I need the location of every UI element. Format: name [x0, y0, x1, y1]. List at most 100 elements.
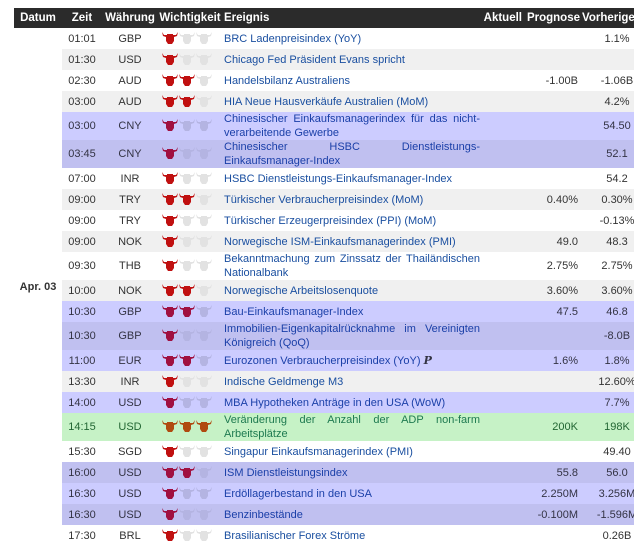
bull-icon	[196, 192, 213, 207]
col-currency[interactable]: Währung	[102, 8, 158, 28]
event-link[interactable]: Veränderung der Anzahl der ADP non-farm …	[222, 413, 482, 441]
col-actual[interactable]: Aktuell	[482, 8, 522, 28]
table-row[interactable]: 03:00 AUD HIA Neue Hausverkäufe Australien…	[14, 91, 634, 112]
bull-icon	[179, 147, 196, 161]
bull-icon	[196, 353, 213, 368]
table-row[interactable]: 07:00 INR HSBC Dienstleistungs-Einkaufsman…	[14, 168, 634, 189]
actual-cell	[482, 350, 522, 371]
table-row[interactable]: 09:00 TRY Türkischer Erzeugerpreisindex (P…	[14, 210, 634, 231]
event-link[interactable]: Norwegische ISM-Einkaufsmanagerindex (PM…	[222, 231, 482, 252]
event-link[interactable]: Chicago Fed Präsident Evans spricht	[222, 49, 482, 70]
event-link[interactable]: HSBC Dienstleistungs-Einkaufsmanager-Ind…	[222, 168, 482, 189]
event-link[interactable]: Chinesischer Einkaufsmanagerindex für da…	[222, 112, 482, 140]
bull-icon	[196, 329, 213, 343]
event-label: HSBC Dienstleistungs-Einkaufsmanager-Ind…	[224, 172, 453, 185]
actual-cell	[482, 392, 522, 413]
table-row[interactable]: 09:00 TRY Türkischer Verbraucherpreisindex…	[14, 189, 634, 210]
event-link[interactable]: Türkischer Verbraucherpreisindex (MoM)	[222, 189, 482, 210]
currency-cell: BRL	[102, 525, 158, 546]
table-row[interactable]: 03:45 CNY Chinesischer HSBC Dienstleistung…	[14, 140, 634, 168]
table-row[interactable]: 11:00 EUR Eurozonen Verbraucherpreisindex …	[14, 350, 634, 371]
importance-cell	[158, 49, 222, 70]
col-time[interactable]: Zeit	[62, 8, 102, 28]
table-row[interactable]: 09:30 THB Bekanntmachung zum Zinssatz der …	[14, 252, 634, 280]
event-link[interactable]: Benzinbestände	[222, 504, 482, 525]
bull-icon	[179, 507, 196, 522]
col-previous[interactable]: Vorherige	[580, 8, 634, 28]
event-link[interactable]: ISM Dienstleistungsindex	[222, 462, 482, 483]
previous-cell: 52.1	[580, 140, 634, 168]
col-date[interactable]: Datum	[14, 8, 62, 28]
forecast-cell	[522, 322, 580, 350]
currency-cell: AUD	[102, 91, 158, 112]
table-row[interactable]: Apr. 03 01:01 GBP BRC Ladenpreisindex (YoY)…	[14, 28, 634, 546]
table-row[interactable]: 01:30 USD Chicago Fed Präsident Evans spri…	[14, 49, 634, 70]
col-event[interactable]: Ereignis	[222, 8, 482, 28]
importance-cell	[158, 322, 222, 350]
event-label: Immobilien-Eigenkapitalrücknahme im Vere…	[224, 323, 480, 349]
event-link[interactable]: BRC Ladenpreisindex (YoY)	[222, 28, 482, 49]
table-row[interactable]: 14:15 USD Veränderung der Anzahl der ADP n…	[14, 413, 634, 441]
table-row[interactable]: 02:30 AUD Handelsbilanz Australiens -1.00B -…	[14, 70, 634, 91]
previous-cell	[580, 49, 634, 70]
forecast-cell	[522, 371, 580, 392]
currency-cell: GBP	[102, 28, 158, 49]
table-row[interactable]: 10:00 NOK Norwegische Arbeitslosenquote 3.6…	[14, 280, 634, 301]
actual-cell	[482, 483, 522, 504]
event-link[interactable]: Bau-Einkaufsmanager-Index	[222, 301, 482, 322]
event-link[interactable]: Indische Geldmenge M3	[222, 371, 482, 392]
event-link[interactable]: Norwegische Arbeitslosenquote	[222, 280, 482, 301]
table-row[interactable]: 16:30 USD Erdöllagerbestand in den USA 2.25…	[14, 483, 634, 504]
importance-cell	[158, 301, 222, 322]
table-row[interactable]: 17:30 BRL Brasilianischer Forex Ströme 0.26…	[14, 525, 634, 546]
event-label: Türkischer Erzeugerpreisindex (PPI) (MoM…	[224, 214, 437, 227]
forecast-cell: 49.0	[522, 231, 580, 252]
event-link[interactable]: MBA Hypotheken Anträge in den USA (WoW)	[222, 392, 482, 413]
table-row[interactable]: 09:00 NOK Norwegische ISM-Einkaufsmanageri…	[14, 231, 634, 252]
table-row[interactable]: 15:30 SGD Singapur Einkaufsmanagerindex (P…	[14, 441, 634, 462]
bull-icon	[179, 444, 196, 459]
event-link[interactable]: HIA Neue Hausverkäufe Australien (MoM)	[222, 91, 482, 112]
forecast-cell: -1.00B	[522, 70, 580, 91]
forecast-cell	[522, 112, 580, 140]
time-cell: 15:30	[62, 441, 102, 462]
event-link[interactable]: Singapur Einkaufsmanagerindex (PMI)	[222, 441, 482, 462]
time-cell: 03:00	[62, 112, 102, 140]
bull-icon	[179, 420, 196, 434]
bull-icon	[179, 465, 196, 480]
currency-cell: SGD	[102, 441, 158, 462]
forecast-cell	[522, 91, 580, 112]
previous-cell: 2.75%	[580, 252, 634, 280]
importance-cell	[158, 189, 222, 210]
bull-icon	[162, 507, 179, 522]
previous-cell: 198K	[580, 413, 634, 441]
event-link[interactable]: Brasilianischer Forex Ströme	[222, 525, 482, 546]
event-link[interactable]: Türkischer Erzeugerpreisindex (PPI) (MoM…	[222, 210, 482, 231]
table-row[interactable]: 03:00 CNY Chinesischer Einkaufsmanagerinde…	[14, 112, 634, 140]
event-link[interactable]: Handelsbilanz Australiens	[222, 70, 482, 91]
table-row[interactable]: 10:30 GBP Immobilien-Eigenkapitalrücknahme…	[14, 322, 634, 350]
forecast-cell: 47.5	[522, 301, 580, 322]
bull-icon	[179, 283, 196, 298]
event-link[interactable]: Eurozonen Verbraucherpreisindex (YoY) P	[222, 350, 482, 371]
importance-cell	[158, 231, 222, 252]
table-row[interactable]: 13:30 INR Indische Geldmenge M3 12.60%	[14, 371, 634, 392]
event-label: HIA Neue Hausverkäufe Australien (MoM)	[224, 95, 429, 108]
bull-icon	[162, 420, 179, 434]
time-cell: 01:30	[62, 49, 102, 70]
table-row[interactable]: 16:00 USD ISM Dienstleistungsindex 55.8 56.0	[14, 462, 634, 483]
event-link[interactable]: Erdöllagerbestand in den USA	[222, 483, 482, 504]
event-link[interactable]: Bekanntmachung zum Zinssatz der Thailänd…	[222, 252, 482, 280]
event-link[interactable]: Immobilien-Eigenkapitalrücknahme im Vere…	[222, 322, 482, 350]
actual-cell	[482, 70, 522, 91]
importance-cell	[158, 371, 222, 392]
currency-cell: INR	[102, 371, 158, 392]
event-link[interactable]: Chinesischer HSBC Dienstleistungs-Einkau…	[222, 140, 482, 168]
table-row[interactable]: 10:30 GBP Bau-Einkaufsmanager-Index 47.5 46.…	[14, 301, 634, 322]
col-importance[interactable]: Wichtigkeit	[158, 8, 222, 28]
col-forecast[interactable]: Prognose	[522, 8, 580, 28]
table-row[interactable]: 16:30 USD Benzinbestände -0.100M -1.596M	[14, 504, 634, 525]
table-row[interactable]: 14:00 USD MBA Hypotheken Anträge in den US…	[14, 392, 634, 413]
bull-icon	[179, 234, 196, 249]
actual-cell	[482, 504, 522, 525]
